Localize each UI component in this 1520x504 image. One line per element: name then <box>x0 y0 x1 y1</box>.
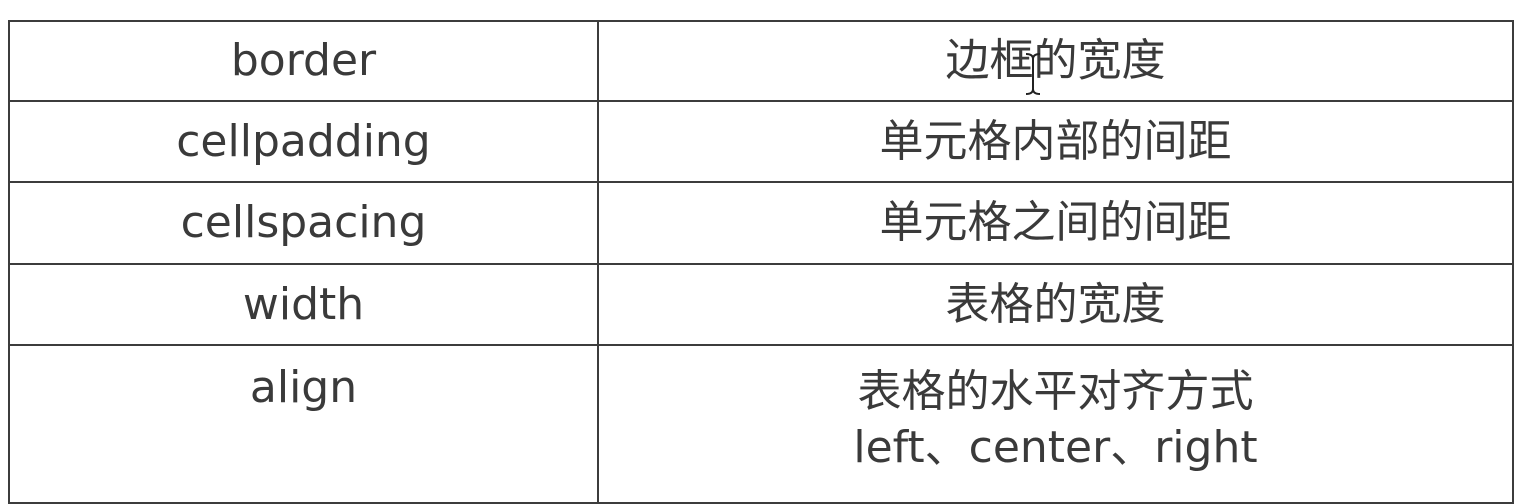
attribute-description-cell: 边框的宽度 <box>597 20 1514 102</box>
attribute-description-cell: 表格的宽度 <box>597 263 1514 346</box>
table-row: cellpadding 单元格内部的间距 <box>8 100 1514 183</box>
description-line: 表格的水平对齐方式 <box>857 366 1254 417</box>
attribute-table: border 边框的宽度 cellpadding 单元格内部的间距 cellsp… <box>8 20 1514 504</box>
table-row: border 边框的宽度 <box>8 20 1514 102</box>
description-values-line: left、center、right <box>853 422 1258 473</box>
table-row: cellspacing 单元格之间的间距 <box>8 181 1514 265</box>
attribute-name-cell: cellspacing <box>8 181 599 265</box>
table-row: width 表格的宽度 <box>8 263 1514 346</box>
table-row: align 表格的水平对齐方式 left、center、right <box>8 344 1514 504</box>
attribute-name-cell: cellpadding <box>8 100 599 183</box>
attribute-name-cell: width <box>8 263 599 346</box>
attribute-name-cell: align <box>8 344 599 504</box>
attribute-description-cell: 表格的水平对齐方式 left、center、right <box>597 344 1514 504</box>
text-cursor-icon <box>1025 53 1041 95</box>
attribute-description-cell: 单元格内部的间距 <box>597 100 1514 183</box>
attribute-name-cell: border <box>8 20 599 102</box>
attribute-description-cell: 单元格之间的间距 <box>597 181 1514 265</box>
